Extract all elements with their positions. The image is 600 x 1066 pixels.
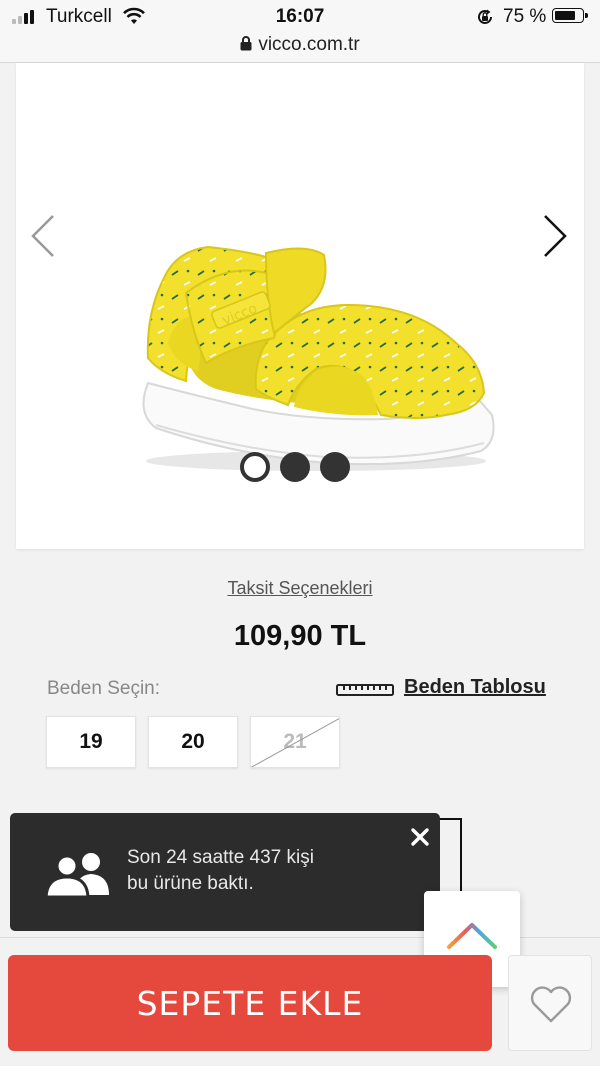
address-bar[interactable]: vicco.com.tr	[0, 34, 600, 63]
size-chart-label: Beden Tablosu	[404, 676, 546, 698]
pager-dot-active[interactable]	[240, 452, 270, 482]
chevron-left-icon[interactable]	[30, 213, 56, 259]
scroll-top-icon	[447, 923, 497, 949]
heart-icon	[530, 986, 572, 1023]
url-display[interactable]: vicco.com.tr	[0, 34, 600, 56]
url-text: vicco.com.tr	[258, 34, 360, 55]
size-option-19[interactable]: 19	[46, 716, 136, 768]
status-bar: Turkcell 16:07 75 %	[0, 0, 600, 34]
size-select-label: Beden Seçin:	[47, 678, 161, 699]
views-notification: Son 24 saatte 437 kişi bu ürüne baktı.	[10, 813, 440, 931]
pager-dot[interactable]	[320, 452, 350, 482]
lock-icon	[240, 36, 252, 51]
ruler-icon	[336, 684, 394, 696]
installment-options-link[interactable]: Taksit Seçenekleri	[0, 578, 600, 599]
size-option-21-unavailable[interactable]: 21	[250, 716, 340, 768]
battery-percentage: 75 %	[503, 6, 547, 27]
people-icon	[45, 853, 109, 897]
views-message-line-1: Son 24 saatte 437 kişi	[127, 847, 314, 868]
size-option-20[interactable]: 20	[148, 716, 238, 768]
chevron-right-icon[interactable]	[542, 213, 568, 259]
pager-dot[interactable]	[280, 452, 310, 482]
orientation-lock-icon	[478, 9, 492, 24]
product-price: 109,90 TL	[233, 620, 367, 652]
unavailable-strike	[251, 717, 339, 767]
product-image: vicco	[142, 245, 495, 471]
add-to-cart-button[interactable]: SEPETE EKLE	[8, 955, 492, 1051]
favorite-button[interactable]	[508, 955, 592, 1051]
product-gallery: vicco	[16, 63, 584, 549]
views-message: Son 24 saatte 437 kişi bu ürüne baktı.	[127, 845, 367, 897]
close-icon[interactable]	[408, 825, 432, 849]
views-message-line-2: bu ürüne baktı.	[127, 873, 254, 894]
battery-icon	[552, 8, 588, 23]
